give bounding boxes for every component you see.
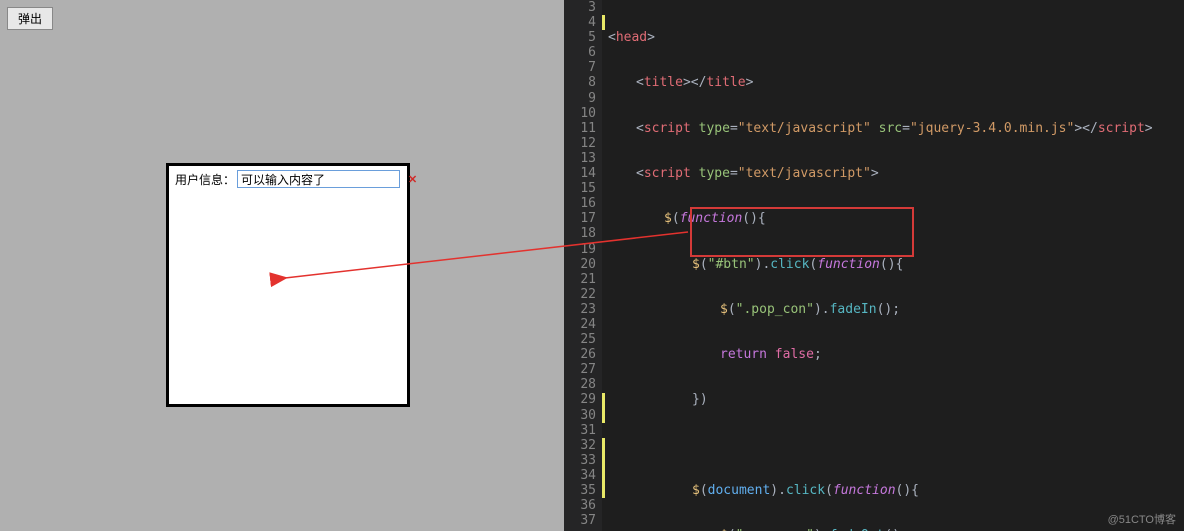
- margin-change-mark: [602, 15, 605, 30]
- line-number: 20: [564, 257, 596, 272]
- line-number: 34: [564, 468, 596, 483]
- line-number: 29: [564, 392, 596, 407]
- line-number: 15: [564, 181, 596, 196]
- line-number: 27: [564, 362, 596, 377]
- line-number: 32: [564, 438, 596, 453]
- code-line: <title></title>: [608, 75, 1184, 90]
- code-area[interactable]: <head> <title></title> <script type="tex…: [608, 0, 1184, 531]
- line-number: 11: [564, 121, 596, 136]
- line-number: 3: [564, 0, 596, 15]
- margin-change-mark: [602, 393, 605, 408]
- line-number: 23: [564, 302, 596, 317]
- line-number: 18: [564, 226, 596, 241]
- line-number: 14: [564, 166, 596, 181]
- code-line: $(".pop_con").fadeIn();: [608, 302, 1184, 317]
- code-line: <script type="text/javascript">: [608, 166, 1184, 181]
- line-number: 19: [564, 242, 596, 257]
- code-line: }): [608, 392, 1184, 407]
- line-number: 9: [564, 91, 596, 106]
- margin-change-mark: [602, 438, 605, 453]
- line-number: 21: [564, 272, 596, 287]
- line-number: 24: [564, 317, 596, 332]
- code-line: $("#btn").click(function(){: [608, 257, 1184, 272]
- margin-change-mark: [602, 483, 605, 498]
- watermark: @51CTO博客: [1108, 511, 1176, 527]
- code-line: $(function(){: [608, 211, 1184, 226]
- code-line: <head>: [608, 30, 1184, 45]
- line-number: 25: [564, 332, 596, 347]
- popup-button[interactable]: 弹出: [7, 7, 53, 30]
- close-icon[interactable]: ✕: [408, 173, 417, 186]
- line-number: 12: [564, 136, 596, 151]
- line-gutter: 3456789101112131415161718192021222324252…: [564, 0, 602, 531]
- line-number: 8: [564, 75, 596, 90]
- line-number: 31: [564, 423, 596, 438]
- popup-label: 用户信息：: [175, 171, 235, 188]
- code-line: return false;: [608, 347, 1184, 362]
- user-info-input[interactable]: [237, 170, 400, 188]
- line-number: 16: [564, 196, 596, 211]
- line-number: 37: [564, 513, 596, 528]
- line-number: 30: [564, 408, 596, 423]
- code-editor: 3456789101112131415161718192021222324252…: [564, 0, 1184, 531]
- line-number: 28: [564, 377, 596, 392]
- code-line: $(document).click(function(){: [608, 483, 1184, 498]
- line-number: 7: [564, 60, 596, 75]
- line-number: 36: [564, 498, 596, 513]
- code-line: <script type="text/javascript" src="jque…: [608, 121, 1184, 136]
- margin-change-mark: [602, 408, 605, 423]
- popup-dialog[interactable]: 用户信息： ✕: [166, 163, 410, 407]
- line-number: 26: [564, 347, 596, 362]
- line-number: 10: [564, 106, 596, 121]
- line-number: 6: [564, 45, 596, 60]
- preview-panel: 弹出 用户信息： ✕: [0, 0, 564, 531]
- line-number: 33: [564, 453, 596, 468]
- code-line: [608, 438, 1184, 453]
- line-number: 5: [564, 30, 596, 45]
- line-number: 4: [564, 15, 596, 30]
- margin-change-mark: [602, 468, 605, 483]
- line-number: 35: [564, 483, 596, 498]
- line-number: 13: [564, 151, 596, 166]
- line-number: 22: [564, 287, 596, 302]
- margin-change-mark: [602, 453, 605, 468]
- popup-row: 用户信息： ✕: [169, 166, 407, 192]
- line-number: 17: [564, 211, 596, 226]
